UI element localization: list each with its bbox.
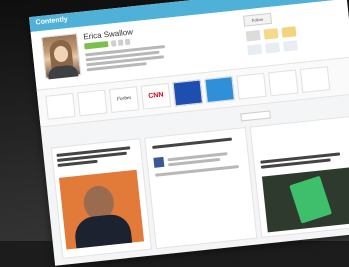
- brand-logo[interactable]: [268, 69, 299, 97]
- section-title: [51, 133, 53, 139]
- card-text-line: [155, 165, 239, 177]
- nav-link[interactable]: [278, 15, 280, 20]
- stat-block: [245, 30, 261, 42]
- brand-logo[interactable]: [236, 72, 267, 100]
- stat-block: [265, 42, 281, 54]
- brand-logo[interactable]: [172, 79, 203, 107]
- tagline-text: [67, 17, 69, 23]
- brand-logo[interactable]: [45, 92, 76, 120]
- card-image: [261, 167, 349, 233]
- card-image: [58, 169, 145, 250]
- filter-select[interactable]: [240, 110, 271, 122]
- stat-block: [281, 26, 297, 38]
- tilted-screenshot: Contently Erica Swallow Follow Forbes CN…: [20, 0, 349, 266]
- follow-button[interactable]: Follow: [243, 12, 273, 27]
- web-page: Contently Erica Swallow Follow Forbes CN…: [29, 0, 349, 266]
- site-logo[interactable]: Contently: [35, 16, 68, 26]
- nav-link[interactable]: [300, 13, 302, 18]
- social-link-2[interactable]: [117, 39, 124, 46]
- brand-logo-cnn[interactable]: CNN: [140, 82, 172, 110]
- phone-screen: [289, 175, 333, 224]
- verified-badge: [84, 40, 109, 50]
- person-body: [73, 212, 133, 249]
- card-title-line: [152, 137, 233, 149]
- article-card[interactable]: [249, 115, 349, 239]
- brand-logo[interactable]: [204, 76, 235, 103]
- brand-logo[interactable]: [77, 89, 108, 117]
- stat-block: [282, 40, 298, 52]
- brand-logo[interactable]: [299, 66, 331, 93]
- article-card[interactable]: [144, 127, 258, 250]
- stat-block: [263, 28, 279, 40]
- stat-block: [247, 43, 263, 56]
- avatar[interactable]: [41, 33, 82, 80]
- social-link-1[interactable]: [110, 40, 117, 47]
- social-link-3[interactable]: [124, 38, 131, 46]
- facebook-icon: [153, 156, 165, 168]
- brand-logo-forbes[interactable]: Forbes: [108, 86, 140, 114]
